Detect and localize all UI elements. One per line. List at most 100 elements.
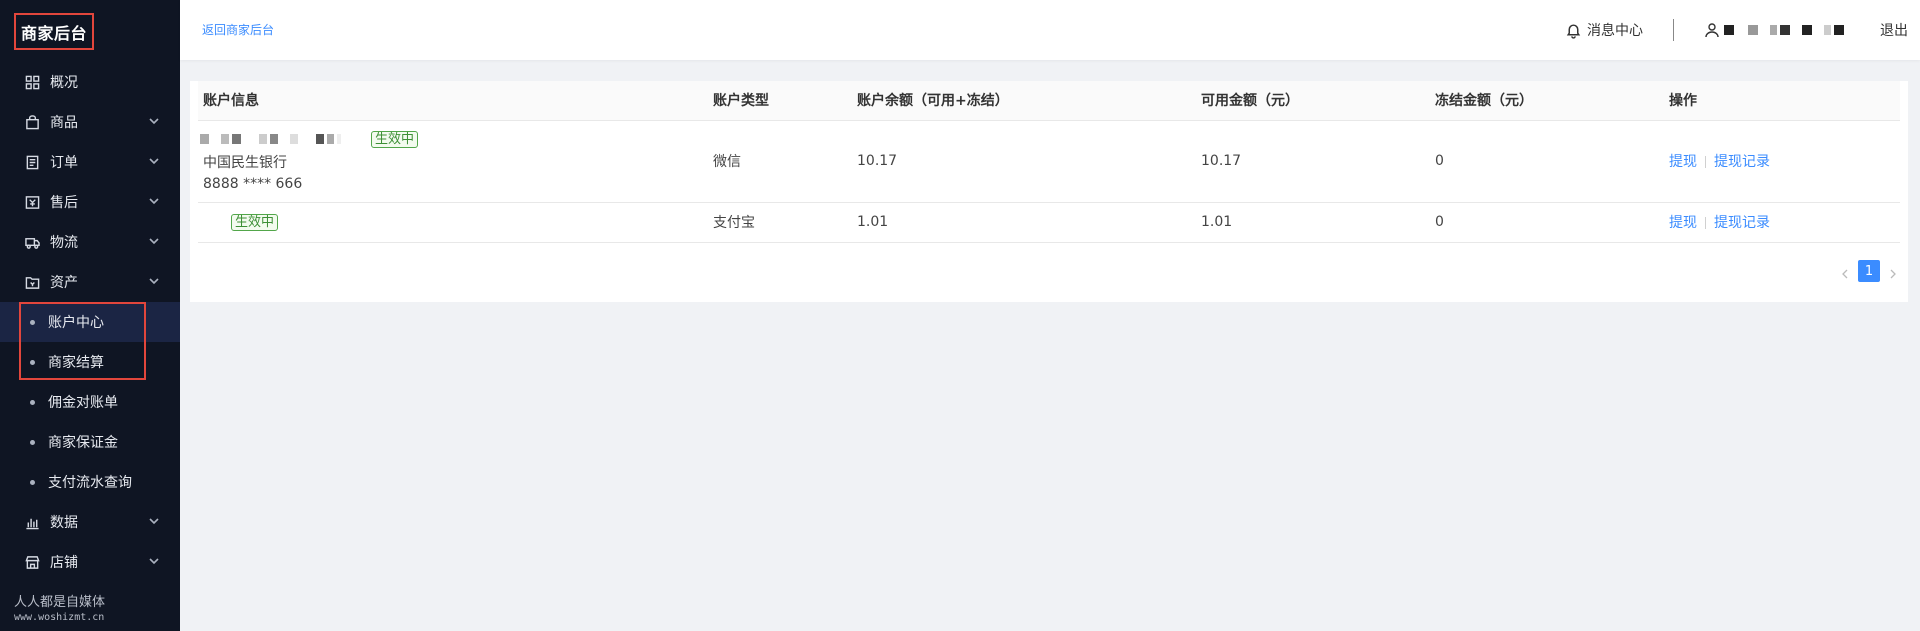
- account-line: 生效中: [200, 130, 708, 148]
- account-info-cell: 生效中 中国民生银行 8888 **** 666: [198, 120, 708, 202]
- watermark: 人人都是自媒体 www.woshizmt.cn: [14, 591, 105, 623]
- sidebar-item-label: 售后: [50, 195, 78, 211]
- bullet-dot: [30, 479, 35, 485]
- page-button-current[interactable]: 1: [1858, 260, 1880, 282]
- balance-cell: 1.01: [857, 214, 889, 230]
- operations-cell: 提现 提现记录: [1664, 202, 1900, 242]
- withdraw-records-link[interactable]: 提现记录: [1714, 154, 1770, 170]
- account-type-cell: 微信: [713, 154, 741, 170]
- account-number: 8888 **** 666: [203, 175, 303, 192]
- chevron-down-icon: [148, 555, 160, 567]
- column-header: 可用金额（元）: [1201, 93, 1299, 110]
- order-icon: [24, 154, 40, 170]
- header-divider: [1673, 19, 1674, 41]
- message-center-button[interactable]: 消息中心: [1565, 20, 1643, 40]
- brand-title: 商家后台: [20, 23, 87, 43]
- sidebar-item-label: 商品: [50, 115, 78, 131]
- pagination: 1: [1840, 260, 1898, 282]
- status-badge: 生效中: [231, 213, 279, 231]
- logout-button[interactable]: 退出: [1880, 20, 1908, 40]
- aftersale-icon: [24, 194, 40, 210]
- sidebar-menu: 概况 商品 订单 售后 物流 资产 账户中心 商家结算 佣金对账单 商家保证金 …: [0, 62, 180, 582]
- column-header: 账户类型: [713, 93, 769, 110]
- sidebar-item-logistics[interactable]: 物流: [0, 222, 180, 262]
- bullet-dot: [30, 319, 35, 325]
- bag-icon: [24, 114, 40, 130]
- wallet-icon: [24, 274, 40, 290]
- operations-cell: 提现 提现记录: [1664, 120, 1900, 202]
- sidebar-subitem-merchant-settlement[interactable]: 商家结算: [0, 342, 180, 382]
- user-icon: [1705, 23, 1719, 38]
- username-mosaic: [1724, 25, 1844, 35]
- sidebar-subitem-commission-statement[interactable]: 佣金对账单: [0, 382, 180, 422]
- sidebar-item-overview[interactable]: 概况: [0, 62, 180, 102]
- prev-page-icon[interactable]: [1840, 265, 1850, 279]
- top-header: 返回商家后台 消息中心 退出: [180, 0, 1920, 60]
- column-header: 账户余额（可用+冻结）: [857, 93, 1009, 110]
- sidebar-subitem-payment-flow[interactable]: 支付流水查询: [0, 462, 180, 502]
- account-table-card: 账户信息 账户类型 账户余额（可用+冻结） 可用金额（元） 冻结金额（元） 操作…: [190, 81, 1908, 302]
- watermark-text: 人人都是自媒体: [14, 595, 106, 610]
- sidebar-subitem-label: 商家保证金: [48, 435, 118, 451]
- watermark-url: www.woshizmt.cn: [14, 612, 105, 623]
- account-info-cell: 生效中: [198, 202, 708, 242]
- bell-icon: [1566, 23, 1581, 39]
- column-header: 冻结金额（元）: [1435, 93, 1533, 110]
- sidebar-subitem-label: 账户中心: [48, 315, 104, 331]
- sidebar-item-data[interactable]: 数据: [0, 502, 180, 542]
- sidebar-subitem-account-center[interactable]: 账户中心: [0, 302, 180, 342]
- sidebar-subitem-label: 佣金对账单: [48, 395, 118, 411]
- user-menu[interactable]: [1704, 22, 1844, 38]
- available-cell: 1.01: [1201, 214, 1233, 230]
- chevron-down-icon: [148, 195, 160, 207]
- sidebar-item-label: 数据: [50, 515, 78, 531]
- op-divider: [1705, 217, 1706, 229]
- frozen-cell: 0: [1435, 214, 1444, 230]
- chevron-down-icon: [148, 235, 160, 247]
- header-actions: 消息中心 退出: [1565, 0, 1920, 60]
- op-divider: [1705, 156, 1706, 168]
- store-icon: [24, 554, 40, 570]
- sidebar-item-products[interactable]: 商品: [0, 102, 180, 142]
- column-header: 操作: [1669, 93, 1697, 110]
- chevron-down-icon: [148, 275, 160, 287]
- sidebar-item-assets[interactable]: 资产: [0, 262, 180, 302]
- bullet-dot: [30, 359, 35, 365]
- chevron-down-icon: [148, 115, 160, 127]
- sidebar-item-orders[interactable]: 订单: [0, 142, 180, 182]
- sidebar-item-label: 物流: [50, 235, 78, 251]
- chevron-down-icon: [148, 515, 160, 527]
- column-header: 账户信息: [203, 93, 259, 110]
- sidebar-item-label: 店铺: [50, 555, 78, 571]
- frozen-cell: 0: [1435, 153, 1444, 169]
- table-row: 生效中 中国民生银行 8888 **** 666 微信 10.17 10.17 …: [198, 120, 1900, 202]
- account-table: 账户信息 账户类型 账户余额（可用+冻结） 可用金额（元） 冻结金额（元） 操作…: [198, 81, 1900, 243]
- status-badge: 生效中: [371, 130, 419, 148]
- sidebar-item-store[interactable]: 店铺: [0, 542, 180, 582]
- sidebar: 商家后台 概况 商品 订单 售后 物流 资产 账户中心 商家结算 佣金对账单 商…: [0, 0, 180, 631]
- bank-name: 中国民生银行: [203, 154, 287, 171]
- bullet-dot: [30, 439, 35, 445]
- chart-icon: [24, 514, 40, 530]
- table-row: 生效中 支付宝 1.01 1.01 0 提现 提现记录: [198, 202, 1900, 242]
- bullet-dot: [30, 399, 35, 405]
- sidebar-item-aftersale[interactable]: 售后: [0, 182, 180, 222]
- withdraw-link[interactable]: 提现: [1669, 154, 1697, 170]
- account-name-mosaic: [200, 134, 341, 144]
- sidebar-subitem-deposit[interactable]: 商家保证金: [0, 422, 180, 462]
- sidebar-item-label: 订单: [50, 155, 78, 171]
- brand-box: 商家后台: [14, 13, 94, 50]
- next-page-icon[interactable]: [1888, 265, 1898, 279]
- back-to-admin-link[interactable]: 返回商家后台: [202, 21, 274, 38]
- withdraw-link[interactable]: 提现: [1669, 215, 1697, 231]
- sidebar-item-label: 概况: [50, 75, 78, 91]
- sidebar-subitem-label: 商家结算: [48, 355, 104, 371]
- dashboard-icon: [24, 74, 40, 90]
- truck-icon: [24, 234, 40, 250]
- available-cell: 10.17: [1201, 153, 1242, 169]
- message-center-label: 消息中心: [1587, 23, 1643, 39]
- sidebar-item-label: 资产: [50, 275, 78, 291]
- withdraw-records-link[interactable]: 提现记录: [1714, 215, 1770, 231]
- table-header-row: 账户信息 账户类型 账户余额（可用+冻结） 可用金额（元） 冻结金额（元） 操作: [198, 81, 1900, 120]
- account-type-cell: 支付宝: [713, 215, 755, 231]
